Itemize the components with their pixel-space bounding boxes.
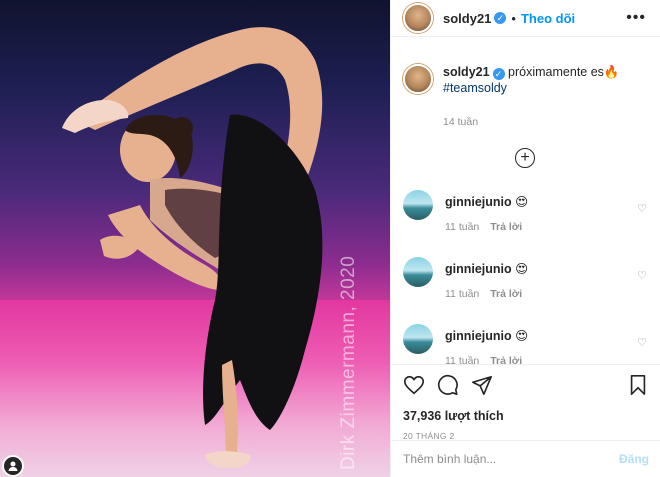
comment-meta: 11 tuần Trả lời [445,219,530,235]
author-avatar[interactable] [403,3,433,33]
post-caption: soldy21 ✓ próximamente es🔥 #teamsoldy 14 … [403,38,647,130]
comment-time[interactable]: 11 tuần [445,221,479,233]
more-options-icon[interactable]: ••• [626,9,646,27]
comment-avatar[interactable] [403,257,433,287]
comment-item: ginniejunio 😍 11 tuần Trả lời ♡ [403,190,647,235]
photo-watermark: Dirk Zimmermann, 2020 [338,255,359,470]
comment-avatar[interactable] [403,324,433,354]
header-separator: • [511,10,516,26]
post-actions: 37,936 lượt thích 20 tháng 2 [391,364,660,441]
user-icon [8,461,18,471]
verified-icon: ✓ [492,68,505,80]
comment-time[interactable]: 11 tuần [445,288,479,300]
comment-heart-icon[interactable]: ♡ [637,336,647,349]
comment-heart-icon[interactable]: ♡ [637,202,647,215]
post-header: soldy21 ✓ • Theo dõi ••• [391,0,660,37]
verified-icon: ✓ [494,12,507,24]
reply-button[interactable]: Trả lời [490,221,522,233]
post-side-panel: soldy21 ✓ • Theo dõi ••• soldy21 ✓ próxim… [390,0,660,477]
post-photo[interactable]: Dirk Zimmermann, 2020 [0,0,390,477]
caption-text-block: soldy21 ✓ próximamente es🔥 #teamsoldy 14 … [443,64,620,130]
load-more-comments[interactable]: + [403,148,647,168]
post-comment-button[interactable]: Đăng [619,452,649,466]
author-username[interactable]: soldy21 [443,11,491,26]
reply-button[interactable]: Trả lời [490,355,522,364]
tagged-user-button[interactable] [2,455,24,477]
caption-hashtag[interactable]: #teamsoldy [443,80,620,96]
comment-text: 😍 [515,195,529,209]
action-icons [403,373,649,397]
likes-count[interactable]: 37,936 lượt thích [403,409,649,423]
comment-username[interactable]: ginniejunio [445,329,512,343]
comment-avatar[interactable] [403,190,433,220]
comment-body: ginniejunio 😍 11 tuần Trả lời [445,324,530,364]
caption-username[interactable]: soldy21 [443,65,490,79]
add-comment-bar: Đăng [391,440,660,477]
follow-button[interactable]: Theo dõi [521,11,575,26]
comment-body: ginniejunio 😍 11 tuần Trả lời [445,190,530,235]
comment-item: ginniejunio 😍 11 tuần Trả lời ♡ [403,257,647,302]
comment-input[interactable] [403,452,619,466]
comment-username[interactable]: ginniejunio [445,195,512,209]
comment-meta: 11 tuần Trả lời [445,353,530,364]
plus-circle-icon[interactable]: + [515,148,535,168]
bookmark-icon[interactable] [627,374,649,396]
comment-text: 😍 [515,262,529,276]
comment-heart-icon[interactable]: ♡ [637,269,647,282]
comment-time[interactable]: 11 tuần [445,355,479,364]
heart-icon[interactable] [403,374,425,396]
comment-text: 😍 [515,329,529,343]
comment-icon[interactable] [437,374,459,396]
comments-list[interactable]: soldy21 ✓ próximamente es🔥 #teamsoldy 14 … [391,38,660,364]
caption-avatar[interactable] [403,64,433,94]
send-icon[interactable] [471,374,493,396]
gymnast-figure [62,27,323,468]
comment-meta: 11 tuần Trả lời [445,286,530,302]
caption-text: próximamente es🔥 [508,65,620,79]
comment-item: ginniejunio 😍 11 tuần Trả lời ♡ [403,324,647,364]
comment-username[interactable]: ginniejunio [445,262,512,276]
reply-button[interactable]: Trả lời [490,288,522,300]
caption-time[interactable]: 14 tuần [443,114,620,130]
comment-body: ginniejunio 😍 11 tuần Trả lời [445,257,530,302]
